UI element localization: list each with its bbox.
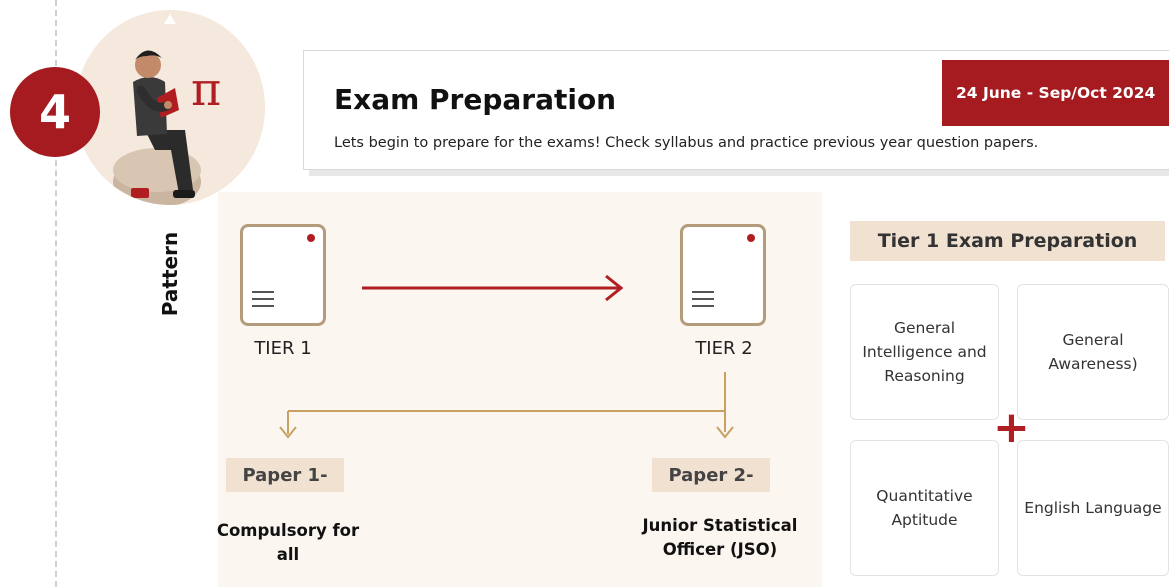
tier1-document-icon bbox=[240, 224, 326, 326]
paper2-tag: Paper 2- bbox=[652, 458, 770, 492]
subject-card: General Intelligence and Reasoning bbox=[850, 284, 999, 420]
subject-label: English Language bbox=[1024, 499, 1162, 517]
subject-label: General Intelligence and Reasoning bbox=[862, 319, 987, 385]
subject-card: Quantitative Aptitude bbox=[850, 440, 999, 576]
subject-card: General Awareness) bbox=[1017, 284, 1169, 420]
tier1-label: TIER 1 bbox=[254, 338, 312, 359]
paper2-description: Junior Statistical Officer (JSO) bbox=[642, 516, 798, 559]
plus-icon: + bbox=[993, 402, 1030, 453]
subject-card: English Language bbox=[1017, 440, 1169, 576]
pi-symbol: π bbox=[191, 62, 222, 116]
subject-label: General Awareness) bbox=[1048, 331, 1138, 373]
paper1-tag: Paper 1- bbox=[226, 458, 344, 492]
subject-label: Quantitative Aptitude bbox=[876, 487, 973, 529]
tier1-prep-heading: Tier 1 Exam Preparation bbox=[850, 221, 1165, 261]
student-reading-illustration: π bbox=[75, 10, 265, 205]
tier2-document-icon bbox=[680, 224, 766, 326]
tier2-label: TIER 2 bbox=[695, 338, 753, 359]
step-number-badge: 4 bbox=[10, 67, 100, 157]
timeline-marker-icon bbox=[164, 14, 176, 24]
paper1-description: Compulsory for all bbox=[216, 521, 360, 564]
